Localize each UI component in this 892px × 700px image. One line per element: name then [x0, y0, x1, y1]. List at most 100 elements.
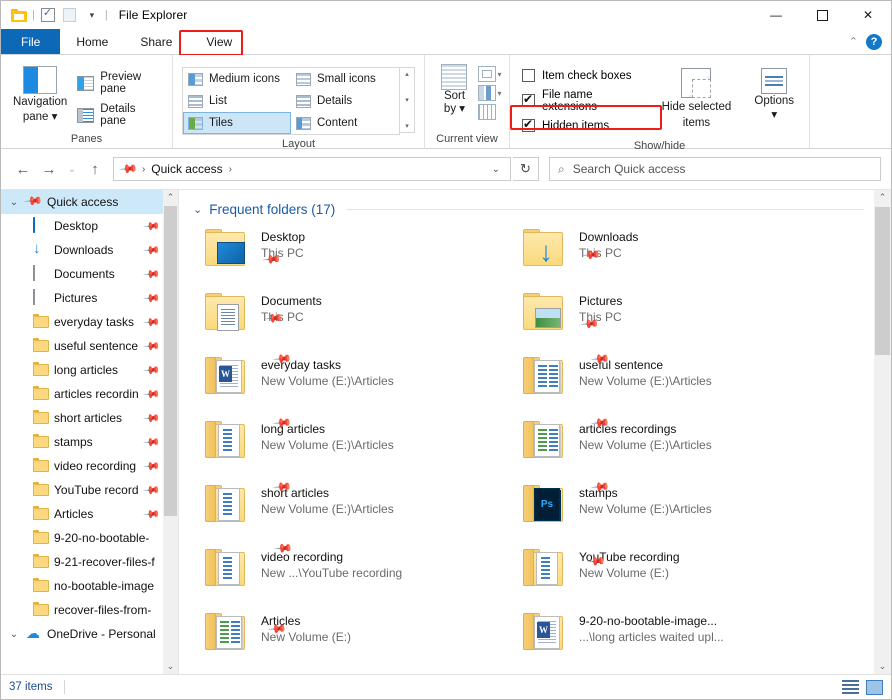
sidebar-item-pictures[interactable]: Pictures 📌 — [1, 286, 163, 310]
recent-locations-button[interactable]: ⌄ — [63, 157, 81, 181]
sidebar-item-9-20-no-bootable[interactable]: 9-20-no-bootable- — [1, 526, 163, 550]
preview-pane-label: Preview pane — [100, 71, 142, 95]
hidden-items-checkbox[interactable] — [522, 117, 535, 132]
tab-file[interactable]: File — [1, 29, 61, 54]
sidebar-item-useful-sentence[interactable]: useful sentence 📌 — [1, 334, 163, 358]
size-all-columns-button[interactable] — [478, 104, 501, 120]
customize-caret-icon[interactable]: ▾ — [81, 5, 103, 25]
file-list-area[interactable]: ⌄ Frequent folders (17) Desktop This PC … — [179, 190, 891, 674]
sidebar-item-documents[interactable]: Documents 📌 — [1, 262, 163, 286]
sidebar-scrollbar[interactable]: ⌃ ⌄ — [163, 190, 178, 674]
layout-list[interactable]: List — [183, 90, 291, 112]
tile-item[interactable]: Desktop This PC 📌 — [203, 224, 521, 288]
sidebar-item-video-recording[interactable]: video recording 📌 — [1, 454, 163, 478]
sidebar-item-articles[interactable]: Articles 📌 — [1, 502, 163, 526]
up-button[interactable]: ↑ — [83, 157, 107, 181]
scroll-up-icon[interactable]: ⌃ — [879, 190, 887, 205]
layout-details[interactable]: Details — [291, 90, 399, 112]
tile-item[interactable]: W 9-20-no-bootable-image... ...\long art… — [521, 608, 839, 672]
tile-item[interactable]: Pictures This PC 📌 — [521, 288, 839, 352]
large-icons-view-button[interactable] — [866, 679, 883, 695]
sort-by-button[interactable]: Sort by ▾ — [432, 64, 476, 116]
scroll-up-icon[interactable]: ⌃ — [167, 190, 175, 205]
options-button[interactable]: Options ▾ — [745, 64, 803, 122]
sidebar-item-long-articles[interactable]: long articles 📌 — [1, 358, 163, 382]
search-box[interactable]: ⌕ Search Quick access — [549, 157, 881, 181]
pictures-icon — [33, 289, 49, 306]
address-dropdown-icon[interactable]: ⌄ — [486, 164, 506, 175]
sidebar-item-no-bootable-image[interactable]: no-bootable-image — [1, 574, 163, 598]
group-by-caret-icon[interactable]: ▾ — [497, 70, 501, 79]
file-name-extensions-option[interactable]: File name extensions — [522, 88, 641, 113]
hidden-items-option[interactable]: Hidden items — [522, 114, 641, 137]
tab-share[interactable]: Share — [124, 29, 188, 54]
tile-item[interactable]: W everyday tasks New Volume (E:)\Article… — [203, 349, 521, 416]
layout-tiles[interactable]: Tiles — [183, 112, 291, 134]
scroll-down-icon[interactable]: ⌄ — [167, 659, 175, 674]
content-scrollbar[interactable]: ⌃ ⌄ — [874, 190, 891, 674]
refresh-button[interactable]: ↻ — [513, 157, 539, 181]
tab-home[interactable]: Home — [60, 29, 124, 54]
tab-view[interactable]: View — [188, 29, 250, 54]
sidebar-item-short-articles[interactable]: short articles 📌 — [1, 406, 163, 430]
file-name-extensions-checkbox[interactable] — [522, 92, 535, 107]
sidebar-item-everyday-tasks[interactable]: everyday tasks 📌 — [1, 310, 163, 334]
breadcrumb-quick-access[interactable]: Quick access — [151, 162, 222, 176]
new-folder-icon[interactable] — [59, 5, 81, 25]
layout-medium-icons[interactable]: Medium icons — [183, 68, 291, 90]
chevron-down-icon[interactable]: ⌄ — [7, 197, 21, 208]
item-check-boxes-option[interactable]: Item check boxes — [522, 64, 641, 87]
sidebar-item-recover-files-from[interactable]: recover-files-from- — [1, 598, 163, 622]
maximize-button[interactable] — [799, 1, 845, 29]
close-button[interactable]: ✕ — [845, 1, 891, 29]
item-check-boxes-checkbox[interactable] — [522, 69, 535, 82]
hide-selected-items-icon — [681, 68, 712, 98]
section-header[interactable]: ⌄ Frequent folders (17) — [193, 190, 874, 220]
sidebar-item-9-21-recover-files[interactable]: 9-21-recover-files-f — [1, 550, 163, 574]
folder-icon[interactable] — [8, 5, 30, 25]
add-columns-caret-icon[interactable]: ▾ — [497, 89, 501, 98]
back-button[interactable]: ← — [11, 157, 35, 181]
help-icon[interactable]: ? — [866, 33, 882, 50]
breadcrumb-separator-1[interactable]: › — [229, 164, 232, 175]
sidebar-item-onedrive-personal[interactable]: ⌄ ☁ OneDrive - Personal — [1, 622, 163, 646]
group-by-button[interactable]: ▾ — [478, 66, 502, 82]
layout-spin-down-icon[interactable]: ▾ — [405, 96, 409, 104]
scroll-down-icon[interactable]: ⌄ — [879, 659, 887, 674]
folder-downloads-icon: ↓ — [521, 226, 569, 274]
chevron-down-icon[interactable]: ⌄ — [7, 629, 21, 640]
collapse-ribbon-icon[interactable]: ⌃ — [849, 35, 858, 48]
properties-icon[interactable] — [37, 5, 59, 25]
file-name-extensions-label: File name extensions — [542, 88, 597, 113]
tile-item[interactable]: Documents This PC 📌 — [203, 288, 521, 352]
sidebar-item-stamps[interactable]: stamps 📌 — [1, 430, 163, 454]
add-columns-button[interactable]: ▾ — [478, 85, 502, 101]
details-pane-button[interactable]: Details pane — [73, 102, 166, 128]
layout-spin-up-icon[interactable]: ▴ — [405, 70, 409, 78]
sidebar-item-youtube-record[interactable]: YouTube record 📌 — [1, 478, 163, 502]
layout-small-icons[interactable]: Small icons — [291, 68, 399, 90]
content-scroll-thumb[interactable] — [875, 207, 890, 355]
minimize-button[interactable]: — — [753, 1, 799, 29]
sidebar-scroll-thumb[interactable] — [164, 206, 177, 516]
details-view-button[interactable] — [842, 679, 859, 695]
tile-item[interactable]: ↓ Downloads This PC 📌 — [521, 224, 839, 288]
layout-spin-more-icon[interactable]: ▾ — [405, 122, 409, 130]
address-input[interactable]: 📌 › Quick access › ⌄ — [113, 157, 511, 181]
forward-button[interactable]: → — [37, 157, 61, 181]
hide-selected-items-button[interactable]: Hide selected items — [657, 64, 735, 130]
sidebar-item-quick-access[interactable]: ⌄ 📌 Quick access — [1, 190, 163, 214]
folder-lines-icon — [203, 546, 251, 594]
ribbon-group-show-hide: Item check boxes File name extensions Hi… — [510, 55, 810, 152]
navigation-pane-button[interactable]: Navigation pane ▾ — [7, 62, 73, 124]
folder-icon — [33, 458, 49, 474]
preview-pane-button[interactable]: Preview pane — [73, 70, 166, 96]
layout-content[interactable]: Content — [291, 112, 399, 134]
chevron-down-icon[interactable]: ⌄ — [193, 203, 202, 216]
layout-spinner[interactable]: ▴ ▾ ▾ — [400, 67, 415, 133]
sidebar-item-desktop[interactable]: Desktop 📌 — [1, 214, 163, 238]
sidebar-item-articles-recordings[interactable]: articles recordin 📌 — [1, 382, 163, 406]
search-input[interactable]: Search Quick access — [573, 162, 686, 176]
sidebar-item-downloads[interactable]: ↓ Downloads 📌 — [1, 238, 163, 262]
tile-item[interactable]: useful sentence New Volume (E:)\Articles… — [521, 349, 839, 416]
